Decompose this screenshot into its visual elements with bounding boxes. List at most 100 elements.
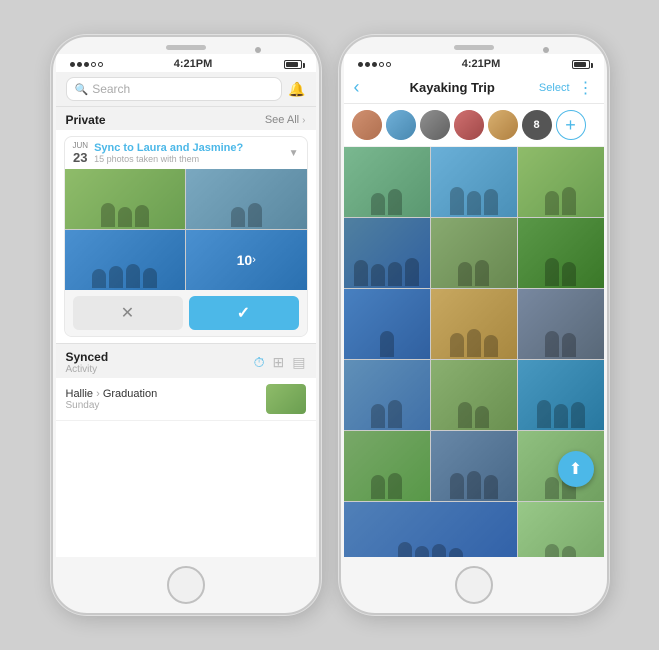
dot5 (98, 62, 103, 67)
synced-subtitle: Activity (66, 364, 109, 375)
photo-bot-right: 10 › (186, 230, 307, 290)
left-phone: 4:21PM 🔍 Search 🔔 Private Se (51, 35, 321, 615)
date-day: 23 (73, 150, 87, 165)
activity-item[interactable]: Hallie › Graduation Sunday (56, 378, 316, 421)
mosaic-cell-3[interactable] (518, 147, 604, 217)
signal-dots-right (358, 62, 391, 67)
confirm-icon: ✓ (237, 303, 250, 323)
activity-day: Sunday (66, 400, 266, 411)
see-all-label: See All (265, 114, 299, 126)
dot3r (372, 62, 377, 67)
avatars-row: 8 + (344, 104, 604, 147)
mosaic-cell-9[interactable] (518, 289, 604, 359)
suggestion-title-area: Sync to Laura and Jasmine? 15 photos tak… (94, 142, 283, 164)
mosaic-cell-4[interactable] (344, 218, 430, 288)
mosaic-cell-6[interactable] (518, 218, 604, 288)
synced-icons: ⏱ ⊞ ▤ (254, 354, 306, 371)
more-count: 10 (237, 252, 253, 268)
status-bar-right: 4:21PM (344, 54, 604, 72)
iphone-bottom-left (53, 557, 319, 613)
suggestion-card[interactable]: JUN 23 Sync to Laura and Jasmine? 15 pho… (64, 136, 308, 337)
mosaic-cell-10[interactable] (344, 360, 430, 430)
mosaic-cell-17[interactable] (518, 502, 604, 557)
battery-fill-right (574, 62, 587, 67)
list-icon[interactable]: ▤ (292, 354, 305, 371)
dot1 (70, 62, 75, 67)
mosaic-cell-11[interactable] (431, 360, 517, 430)
status-right-right (572, 60, 590, 69)
suggestion-header: JUN 23 Sync to Laura and Jasmine? 15 pho… (65, 137, 307, 169)
suggestion-title: Sync to Laura and Jasmine? (94, 142, 283, 154)
synced-title: Synced (66, 350, 109, 364)
photo-people-1 (65, 193, 186, 229)
home-button-left[interactable] (167, 566, 205, 604)
speaker-right (454, 45, 494, 50)
dot2 (77, 62, 82, 67)
more-arrow: › (252, 254, 256, 266)
front-camera-left (255, 47, 261, 53)
activity-title: Hallie › Graduation (66, 388, 266, 400)
avatar-3[interactable] (420, 110, 450, 140)
activity-to: Graduation (103, 388, 157, 400)
mosaic-cell-2[interactable] (431, 147, 517, 217)
activity-from: Hallie (66, 388, 94, 400)
mosaic-cell-14[interactable] (431, 431, 517, 501)
mosaic-cell-12[interactable] (518, 360, 604, 430)
mosaic-cell-13[interactable] (344, 431, 430, 501)
confirm-button[interactable]: ✓ (189, 296, 299, 330)
right-phone: 4:21PM ‹ Kayaking Trip Select ⋮ (339, 35, 609, 615)
photo-top-left (65, 169, 186, 229)
avatar-5[interactable] (488, 110, 518, 140)
search-input-wrapper[interactable]: 🔍 Search (66, 77, 283, 101)
avatar-count[interactable]: 8 (522, 110, 552, 140)
see-all-button[interactable]: See All › (265, 114, 306, 126)
mosaic-cell-1[interactable] (344, 147, 430, 217)
iphone-top-right (341, 37, 607, 54)
photo-people-3 (65, 254, 186, 290)
bell-icon[interactable]: 🔔 (288, 81, 305, 98)
photo-grid: 10 › (65, 169, 307, 290)
avatar-2[interactable] (386, 110, 416, 140)
fab-button[interactable]: ⬆ (558, 451, 594, 487)
avatar-1[interactable] (352, 110, 382, 140)
mosaic-cell-5[interactable] (431, 218, 517, 288)
album-title: Kayaking Trip (366, 80, 539, 95)
iphone-bottom-right (341, 557, 607, 613)
dot4 (91, 62, 96, 67)
share-icon: ⬆ (569, 459, 582, 479)
photo-bot-left (65, 230, 186, 290)
mosaic-cell-16[interactable] (344, 502, 517, 557)
battery-right (572, 60, 590, 69)
photo-top-right (186, 169, 307, 229)
dot2r (365, 62, 370, 67)
iphone-top-left (53, 37, 319, 54)
dot4r (379, 62, 384, 67)
left-screen: 4:21PM 🔍 Search 🔔 Private Se (56, 54, 316, 557)
private-title: Private (66, 113, 106, 127)
dropdown-arrow[interactable]: ▼ (289, 148, 299, 159)
activity-thumbnail (266, 384, 306, 414)
mosaic-cell-8[interactable] (431, 289, 517, 359)
grid-icon[interactable]: ⊞ (273, 354, 285, 371)
signal-dots (70, 62, 103, 67)
mosaic-cell-7[interactable] (344, 289, 430, 359)
avatar-4[interactable] (454, 110, 484, 140)
select-button[interactable]: Select (539, 82, 570, 94)
back-button[interactable]: ‹ (354, 77, 360, 98)
date-block: JUN 23 (73, 141, 89, 165)
photo-mosaic (344, 147, 604, 557)
battery-fill-left (286, 62, 299, 67)
home-button-right[interactable] (455, 566, 493, 604)
album-header: ‹ Kayaking Trip Select ⋮ (344, 72, 604, 104)
clock-icon[interactable]: ⏱ (254, 354, 265, 371)
right-screen: 4:21PM ‹ Kayaking Trip Select ⋮ (344, 54, 604, 557)
status-time-left: 4:21PM (174, 58, 213, 70)
dot1r (358, 62, 363, 67)
cancel-button[interactable]: ✕ (73, 296, 183, 330)
battery-left (284, 60, 302, 69)
dot5r (386, 62, 391, 67)
status-bar-left: 4:21PM (56, 54, 316, 72)
synced-title-area: Synced Activity (66, 350, 109, 375)
more-options-button[interactable]: ⋮ (578, 78, 594, 98)
avatar-add-button[interactable]: + (556, 110, 586, 140)
